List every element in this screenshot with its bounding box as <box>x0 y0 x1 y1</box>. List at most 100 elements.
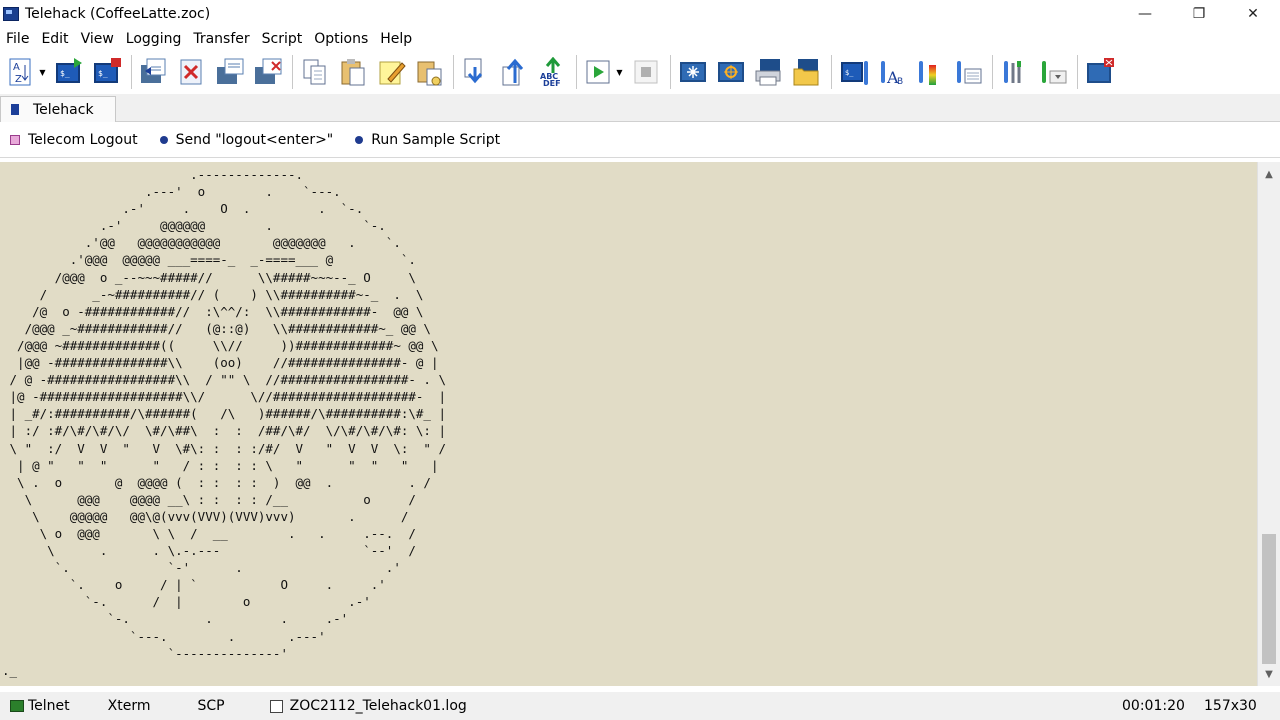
svg-text:Z: Z <box>15 74 22 85</box>
bullet-icon <box>355 135 364 144</box>
svg-text:A: A <box>13 62 20 73</box>
delete-host-button[interactable] <box>176 56 208 88</box>
menu-transfer[interactable]: Transfer <box>187 28 255 50</box>
ascii-upload-button[interactable]: ABC DEF <box>536 56 568 88</box>
session-icon <box>11 104 19 115</box>
scroll-down-icon[interactable]: ▼ <box>1258 664 1280 684</box>
toolbar-separator <box>453 55 454 89</box>
upload-button[interactable] <box>498 56 530 88</box>
paste-special-button[interactable] <box>413 56 445 88</box>
menu-logging[interactable]: Logging <box>120 28 188 50</box>
bullet-icon <box>159 135 168 144</box>
compose-button[interactable] <box>677 56 709 88</box>
print-button[interactable] <box>753 56 785 88</box>
logout-icon <box>10 134 20 145</box>
telecom-logout-button[interactable]: Telecom Logout <box>10 132 138 148</box>
toolbar-separator <box>1077 55 1078 89</box>
session-tabs: Telehack <box>0 94 1280 122</box>
telecom-logout-label: Telecom Logout <box>28 131 138 148</box>
title-bar: Telehack (CoffeeLatte.zoc) — ❐ ✕ <box>0 0 1280 28</box>
menu-file[interactable]: File <box>0 28 35 50</box>
toolbar-separator <box>576 55 577 89</box>
status-logfile[interactable]: ZOC2112_Telehack01.log <box>290 698 467 714</box>
status-protocol[interactable]: Telnet <box>28 698 70 714</box>
paste-button[interactable] <box>337 56 369 88</box>
terminal-settings-button[interactable]: $_ <box>838 56 870 88</box>
status-time: 00:01:20 <box>1122 698 1185 714</box>
tab-telehack[interactable]: Telehack <box>0 96 116 122</box>
download-button[interactable] <box>460 56 492 88</box>
copy-button[interactable] <box>299 56 331 88</box>
session-go-icon: $_ <box>56 58 82 83</box>
send-logout-button[interactable]: Send "logout<enter>" <box>159 131 334 148</box>
menu-options[interactable]: Options <box>308 28 374 50</box>
logging-checkbox[interactable] <box>269 699 283 713</box>
copy-icon <box>303 59 326 85</box>
window-settings-button[interactable] <box>952 56 984 88</box>
ascii-upload-icon: ABCDEF <box>540 57 561 87</box>
edit-button[interactable] <box>375 56 407 88</box>
open-folder-button[interactable] <box>791 56 823 88</box>
font-settings-button[interactable]: AB <box>876 56 908 88</box>
tab-label: Telehack <box>33 101 94 118</box>
window-title: Telehack (CoffeeLatte.zoc) <box>25 6 211 22</box>
sort-az-button[interactable]: AZ <box>6 56 38 88</box>
terminal-output: .-------------. .---' o . `---. .-' . O … <box>2 167 447 678</box>
menu-view[interactable]: View <box>75 28 120 50</box>
status-emulation[interactable]: Xterm <box>108 698 151 714</box>
sort-dropdown-arrow[interactable]: ▼ <box>38 56 47 88</box>
window-controls: — ❐ ✕ <box>1118 0 1280 28</box>
svg-text:$_: $_ <box>845 69 854 77</box>
host-directory-button[interactable] <box>138 56 170 88</box>
svg-text:DEF: DEF <box>543 79 561 87</box>
app-icon <box>3 7 19 21</box>
run-script-button[interactable] <box>583 56 615 88</box>
folder-icon <box>793 59 819 86</box>
terminal-scrollbar[interactable]: ▲ ▼ <box>1257 162 1280 686</box>
copy-session-button[interactable] <box>214 56 246 88</box>
session-stop-icon: $_ <box>94 58 121 83</box>
run-sample-script-button[interactable]: Run Sample Script <box>355 132 500 148</box>
window-copy-icon <box>217 58 244 84</box>
tools-icon <box>1004 61 1021 83</box>
zoc-terminal-window: Telehack (CoffeeLatte.zoc) — ❐ ✕ File Ed… <box>0 0 1280 720</box>
run-script-dropdown-arrow[interactable]: ▼ <box>615 56 624 88</box>
color-settings-button[interactable] <box>914 56 946 88</box>
printer-icon <box>755 59 781 86</box>
new-session-button[interactable]: $_ <box>53 56 85 88</box>
exit-window-icon <box>1087 58 1114 83</box>
menu-edit[interactable]: Edit <box>35 28 74 50</box>
disconnect-session-button[interactable]: $_ <box>91 56 123 88</box>
font-icon: AB <box>881 61 903 87</box>
target-button[interactable] <box>715 56 747 88</box>
user-button-bar: Telecom Logout Send "logout<enter>" Run … <box>0 122 1280 158</box>
color-bars-icon <box>919 61 936 85</box>
toolbar-separator <box>292 55 293 89</box>
status-size: 157x30 <box>1204 698 1257 714</box>
menu-help[interactable]: Help <box>374 28 418 50</box>
options-toggle-button[interactable] <box>1037 56 1069 88</box>
program-settings-button[interactable] <box>999 56 1031 88</box>
scrollbar-thumb[interactable] <box>1262 534 1276 664</box>
menu-bar: File Edit View Logging Transfer Script O… <box>0 28 1280 50</box>
star-window-icon <box>680 62 706 82</box>
sort-az-icon: AZ <box>9 58 31 86</box>
terminal-screen[interactable]: .-------------. .---' o . `---. .-' . O … <box>0 162 1257 686</box>
stop-script-button[interactable] <box>630 56 662 88</box>
toolbar-separator <box>831 55 832 89</box>
exit-button[interactable] <box>1084 56 1116 88</box>
status-transfer[interactable]: SCP <box>198 698 225 714</box>
window-close-icon <box>255 58 282 84</box>
close-session-button[interactable] <box>252 56 284 88</box>
send-logout-label: Send "logout<enter>" <box>175 131 334 148</box>
restore-button[interactable]: ❐ <box>1172 0 1226 28</box>
menu-script[interactable]: Script <box>256 28 309 50</box>
minimize-button[interactable]: — <box>1118 0 1172 28</box>
close-button[interactable]: ✕ <box>1226 0 1280 28</box>
svg-text:$_: $_ <box>60 69 70 78</box>
toolbar-separator <box>131 55 132 89</box>
svg-text:$_: $_ <box>98 69 108 78</box>
stop-icon <box>634 60 658 84</box>
target-icon <box>718 62 744 82</box>
scroll-up-icon[interactable]: ▲ <box>1258 164 1280 184</box>
